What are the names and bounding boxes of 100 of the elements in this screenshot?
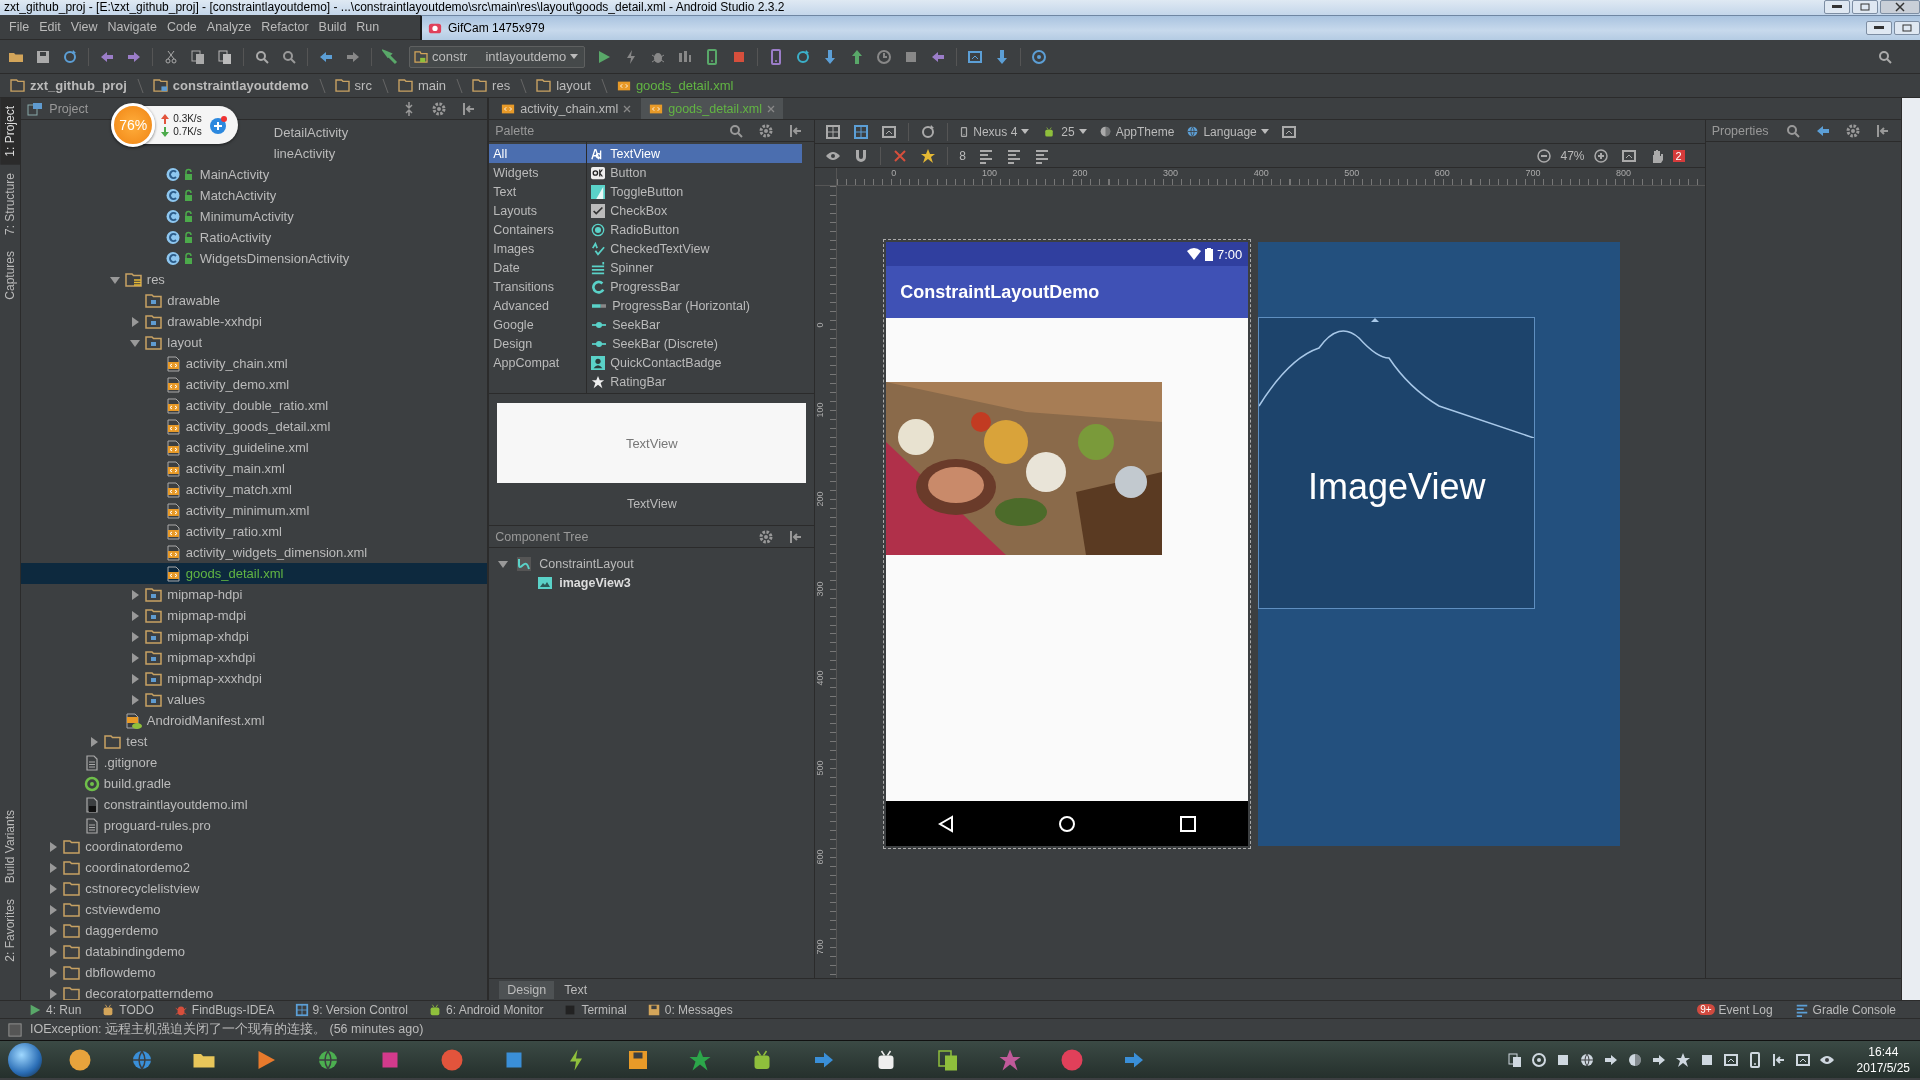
tree-item[interactable]: drawable-xxhdpi: [167, 314, 262, 329]
cut-icon[interactable]: [163, 48, 179, 65]
tree-item[interactable]: activity_demo.xml: [185, 377, 290, 392]
menu-item[interactable]: Build: [313, 18, 352, 36]
palette-category[interactable]: All: [489, 144, 587, 163]
tree-item[interactable]: activity_main.xml: [185, 461, 285, 476]
breadcrumb[interactable]: res: [468, 77, 515, 94]
component-tree-item[interactable]: ConstraintLayout: [489, 554, 815, 573]
sync-icon[interactable]: [795, 48, 812, 65]
tree-item[interactable]: mipmap-hdpi: [167, 587, 243, 602]
close-icon[interactable]: [623, 104, 632, 113]
gear-icon[interactable]: [758, 122, 775, 139]
tree-item[interactable]: decoratorpatterndemo: [85, 986, 214, 1000]
tray-icon[interactable]: [1674, 1051, 1691, 1068]
tool-window-tab[interactable]: Build Variants: [0, 802, 21, 892]
tree-item[interactable]: activity_goods_detail.xml: [185, 419, 331, 434]
tool-window-button[interactable]: TODO: [101, 1002, 154, 1017]
sync-icon[interactable]: [62, 48, 78, 65]
design-view-icon[interactable]: [825, 123, 842, 140]
copy-icon[interactable]: [190, 48, 206, 65]
start-button[interactable]: [8, 1042, 42, 1077]
window-icon[interactable]: [967, 48, 984, 65]
menu-item[interactable]: Edit: [34, 18, 66, 36]
overview-icon[interactable]: [1180, 815, 1197, 832]
tree-item[interactable]: build.gradle: [103, 776, 171, 791]
search-icon[interactable]: [1877, 48, 1893, 65]
tree-item[interactable]: mipmap-xhdpi: [167, 629, 249, 644]
tree-item[interactable]: activity_guideline.xml: [185, 440, 309, 455]
menu-item[interactable]: Code: [161, 18, 202, 36]
palette-item[interactable]: CheckBox: [587, 201, 803, 220]
split-view-icon[interactable]: [881, 123, 898, 140]
palette-item[interactable]: Button: [587, 163, 803, 182]
app-icon[interactable]: [68, 1047, 92, 1072]
palette-item[interactable]: QuickContactBadge: [587, 353, 803, 372]
history-icon[interactable]: [876, 48, 893, 65]
menu-item[interactable]: Run: [351, 18, 385, 36]
tree-item[interactable]: activity_match.xml: [185, 482, 292, 497]
tree-item[interactable]: drawable: [167, 293, 221, 308]
breadcrumb[interactable]: src: [330, 77, 376, 94]
theme-dropdown[interactable]: AppTheme: [1094, 124, 1179, 139]
device-dropdown[interactable]: Nexus 4: [955, 124, 1034, 139]
help-icon[interactable]: [1031, 48, 1048, 65]
run-configuration-dropdown[interactable]: constr intlayoutdemo: [409, 45, 586, 68]
network-speed-tooltip[interactable]: 76% 0.3K/s 0.7K/s: [113, 106, 238, 144]
tool-window-button[interactable]: FindBugs-IDEA: [173, 1002, 275, 1017]
palette-category[interactable]: AppCompat: [489, 353, 587, 372]
close-icon[interactable]: [767, 104, 776, 113]
breadcrumb[interactable]: main: [393, 77, 451, 94]
palette-category[interactable]: Design: [489, 334, 587, 353]
tray-icon[interactable]: [1506, 1051, 1523, 1068]
menu-item[interactable]: Navigate: [102, 18, 162, 36]
tree-item[interactable]: cstnorecyclelistview: [85, 881, 200, 896]
tool-window-button[interactable]: 0: Messages: [646, 1002, 733, 1017]
app-icon[interactable]: [936, 1047, 960, 1072]
api-level-dropdown[interactable]: 25: [1037, 124, 1091, 139]
tree-item[interactable]: .gitignore: [103, 755, 158, 770]
default-margin[interactable]: 8: [955, 148, 970, 163]
tool-window-button[interactable]: Terminal: [563, 1002, 627, 1017]
gear-icon[interactable]: [758, 528, 775, 545]
menu-item[interactable]: File: [4, 18, 35, 36]
breadcrumb[interactable]: zxt_github_proj: [6, 77, 131, 94]
tool-window-button[interactable]: 9: Version Control: [294, 1002, 408, 1017]
tool-window-button[interactable]: 4: Run: [28, 1002, 82, 1017]
save-icon[interactable]: [35, 48, 51, 65]
tree-item[interactable]: activity_ratio.xml: [185, 524, 282, 539]
palette-category[interactable]: Advanced: [489, 296, 587, 315]
gear-icon[interactable]: [431, 100, 448, 117]
search-icon[interactable]: [1784, 122, 1801, 139]
tree-item[interactable]: mipmap-xxhdpi: [167, 650, 256, 665]
rotate-icon[interactable]: [920, 123, 937, 140]
palette-item[interactable]: SeekBar (Discrete): [587, 334, 803, 353]
tray-icon[interactable]: [1626, 1051, 1643, 1068]
palette-category[interactable]: Text: [489, 182, 587, 201]
zoom-in-icon[interactable]: [1592, 147, 1609, 164]
tray-icon[interactable]: [1794, 1051, 1811, 1068]
tool-window-tab[interactable]: 7: Structure: [0, 164, 21, 243]
tray-icon[interactable]: [1722, 1051, 1739, 1068]
palette-category[interactable]: Layouts: [489, 201, 587, 220]
search-icon[interactable]: [254, 48, 270, 65]
tree-item[interactable]: databindingdemo: [85, 944, 186, 959]
minimize-button[interactable]: [1866, 21, 1892, 35]
tool-window-button[interactable]: 6: Android Monitor: [428, 1002, 544, 1017]
tree-item[interactable]: mipmap-mdpi: [167, 608, 247, 623]
palette-item[interactable]: RatingBar: [587, 372, 803, 391]
tree-item[interactable]: res: [146, 272, 165, 287]
error-count[interactable]: 2: [1672, 149, 1685, 162]
clear-constraints-icon[interactable]: [892, 147, 909, 164]
tray-icon[interactable]: [1578, 1051, 1595, 1068]
palette-category[interactable]: Date: [489, 258, 587, 277]
home-icon[interactable]: [1058, 814, 1077, 833]
palette-category[interactable]: Containers: [489, 220, 587, 239]
palette-item[interactable]: RadioButton: [587, 220, 803, 239]
menu-item[interactable]: Analyze: [201, 18, 257, 36]
tree-item[interactable]: test: [126, 734, 148, 749]
close-button[interactable]: [1880, 0, 1920, 14]
tree-item[interactable]: values: [167, 692, 205, 707]
editor-tab[interactable]: goods_detail.xml: [641, 98, 784, 119]
tool-window-tab[interactable]: 2: Favorites: [0, 891, 21, 970]
breadcrumb[interactable]: layout: [532, 77, 595, 94]
tree-item[interactable]: goods_detail.xml: [185, 566, 284, 581]
